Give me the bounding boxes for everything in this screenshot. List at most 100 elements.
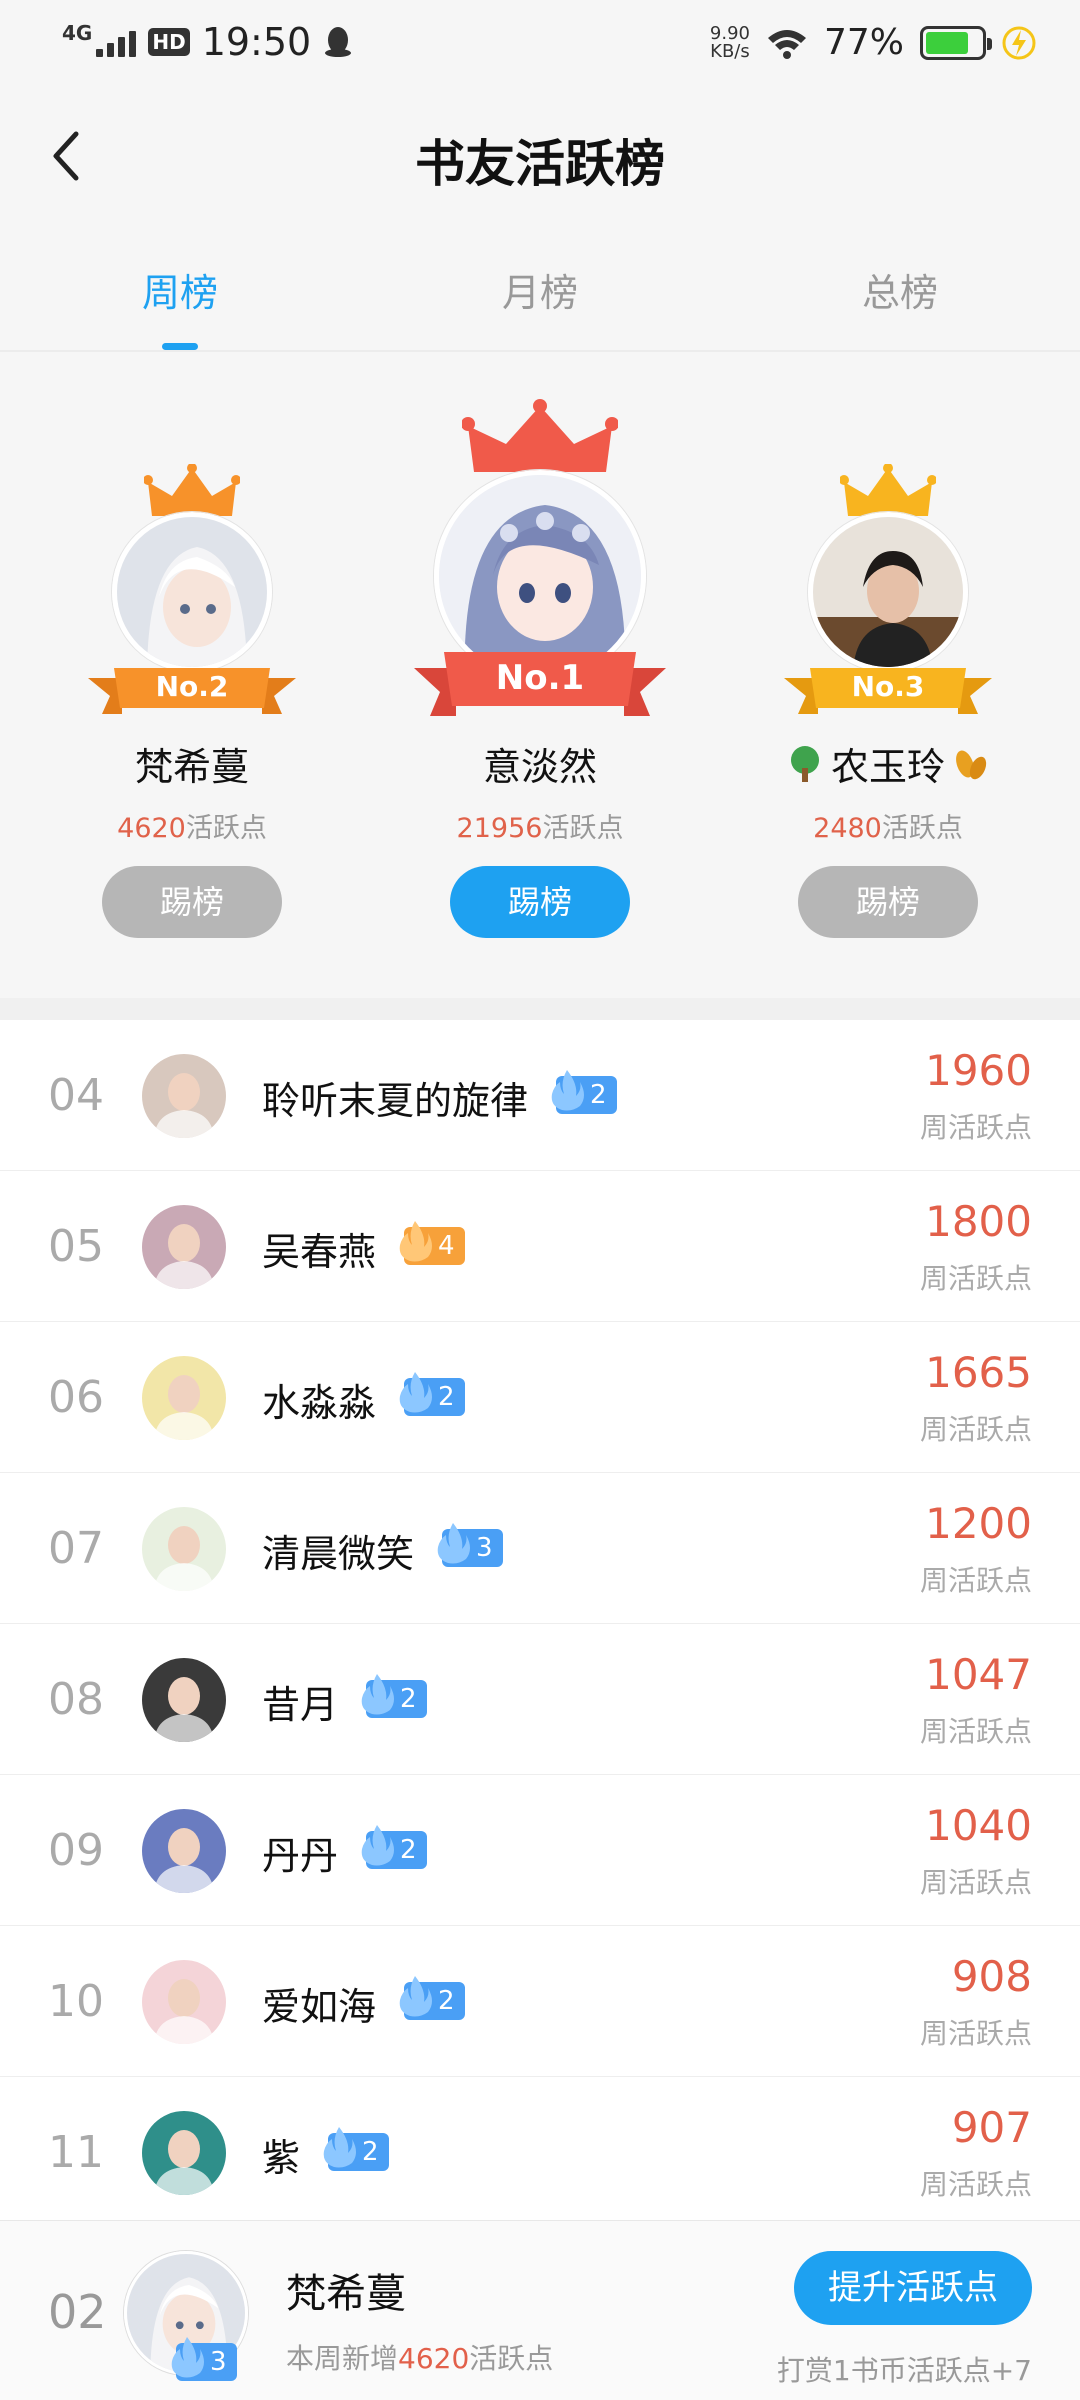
- list-item[interactable]: 10 爱如海 2 908 周活跃点: [0, 1926, 1080, 2077]
- user-name: 爱如海: [262, 1985, 377, 2029]
- network-type: 4G: [62, 21, 93, 45]
- podium-name: 农玉玲: [830, 745, 945, 789]
- hd-icon: HD: [148, 28, 190, 56]
- flame-icon: [361, 1674, 394, 1715]
- battery-percent: 77%: [823, 22, 904, 63]
- podium-name: 梵希蔓: [134, 745, 249, 789]
- my-rank-bar: 02 3 梵希蔓 本周新增4620活跃点 提升活跃点 打赏1书币活跃点+7: [0, 2220, 1080, 2400]
- podium-points: 2480活跃点: [813, 813, 963, 844]
- tree-emoji-icon: [790, 745, 819, 782]
- weekly-score: 1665: [925, 1348, 1032, 1397]
- score-label: 周活跃点: [919, 2168, 1032, 2201]
- score-label: 周活跃点: [919, 1564, 1032, 1597]
- charging-icon: [1002, 26, 1036, 59]
- score-label: 周活跃点: [919, 2017, 1032, 2050]
- user-name: 吴春燕: [262, 1230, 377, 1274]
- level-badge: 4: [399, 1221, 465, 1265]
- score-label: 周活跃点: [919, 1866, 1032, 1899]
- rank-number: 06: [48, 1372, 104, 1423]
- list-item[interactable]: 11 紫 2 907 周活跃点: [0, 2077, 1080, 2228]
- weekly-score: 1800: [925, 1197, 1032, 1246]
- ranking-list: 04 聆听末夏的旋律 2 1960 周活跃点 05 吴春燕 4 1800 周活跃点 06 水淼淼 2 16…: [0, 1020, 1080, 2228]
- tab-total[interactable]: 总榜: [720, 226, 1080, 350]
- avatar[interactable]: [112, 512, 272, 672]
- weekly-score: 907: [951, 2103, 1032, 2152]
- section-divider: [0, 998, 1080, 1020]
- battery-icon: [920, 25, 992, 60]
- kick-button[interactable]: 踢榜: [798, 866, 978, 938]
- podium-name-row: 农玉玲: [708, 736, 1068, 791]
- rank-number: 10: [48, 1976, 104, 2027]
- list-item[interactable]: 06 水淼淼 2 1665 周活跃点: [0, 1322, 1080, 1473]
- rank-number: 09: [48, 1825, 104, 1876]
- period-tabs: 周榜 月榜 总榜: [0, 226, 1080, 352]
- podium-name: 意淡然: [482, 745, 597, 789]
- avatar[interactable]: [808, 512, 968, 672]
- podium-points: 4620活跃点: [117, 813, 267, 844]
- flame-icon: [399, 1976, 432, 2017]
- my-rank: 02: [48, 2285, 107, 2339]
- flame-icon: [361, 1825, 394, 1866]
- weekly-score: 1960: [925, 1046, 1032, 1095]
- level-badge: 2: [323, 2127, 389, 2171]
- my-name: 梵希蔓: [286, 2271, 406, 2317]
- rank-number: 05: [48, 1221, 104, 1272]
- list-item[interactable]: 08 昔月 2 1047 周活跃点: [0, 1624, 1080, 1775]
- avatar[interactable]: [142, 1356, 226, 1440]
- weekly-score: 1040: [925, 1801, 1032, 1850]
- user-name: 清晨微笑: [262, 1532, 415, 1576]
- score-label: 周活跃点: [919, 1111, 1032, 1144]
- avatar[interactable]: [142, 2111, 226, 2195]
- rank-label: No.1: [495, 658, 585, 698]
- level-badge: 2: [361, 1674, 427, 1718]
- level-badge: 2: [399, 1976, 465, 2020]
- user-name: 聆听末夏的旋律: [262, 1079, 529, 1123]
- rank-label: No.2: [155, 670, 229, 703]
- flame-icon: [171, 2337, 204, 2378]
- score-label: 周活跃点: [919, 1413, 1032, 1446]
- podium-points: 21956活跃点: [456, 813, 624, 844]
- page-title: 书友活跃榜: [415, 135, 665, 193]
- flame-icon: [323, 2127, 356, 2168]
- list-item[interactable]: 05 吴春燕 4 1800 周活跃点: [0, 1171, 1080, 1322]
- flame-icon: [399, 1372, 432, 1413]
- avatar[interactable]: [142, 1658, 226, 1742]
- avatar[interactable]: [142, 1960, 226, 2044]
- user-name: 水淼淼: [262, 1381, 377, 1425]
- network-speed: 9.90 KB/s: [709, 22, 750, 62]
- kick-button[interactable]: 踢榜: [450, 866, 630, 938]
- rank-number: 08: [48, 1674, 104, 1725]
- avatar[interactable]: [142, 1507, 226, 1591]
- rank-number: 04: [48, 1070, 104, 1121]
- level-badge: 2: [399, 1372, 465, 1416]
- avatar[interactable]: [142, 1054, 226, 1138]
- avatar[interactable]: [142, 1809, 226, 1893]
- clock: 19:50: [201, 20, 312, 64]
- flame-icon: [399, 1221, 432, 1262]
- score-label: 周活跃点: [919, 1715, 1032, 1748]
- rank-number: 11: [48, 2127, 104, 2178]
- tab-monthly[interactable]: 月榜: [360, 226, 720, 350]
- avatar[interactable]: [142, 1205, 226, 1289]
- flame-icon: [551, 1070, 584, 1111]
- rank-label: No.3: [851, 670, 925, 703]
- weekly-score: 908: [951, 1952, 1032, 2001]
- list-item[interactable]: 09 丹丹 2 1040 周活跃点: [0, 1775, 1080, 1926]
- list-item[interactable]: 04 聆听末夏的旋律 2 1960 周活跃点: [0, 1020, 1080, 1171]
- flame-icon: [437, 1523, 470, 1564]
- status-bar: 4G HD 19:50 9.90 KB/s 77%: [0, 0, 1080, 86]
- wifi-icon: [767, 29, 806, 59]
- signal-icon: [96, 27, 137, 57]
- tab-weekly[interactable]: 周榜: [0, 226, 360, 350]
- weekly-score: 1047: [925, 1650, 1032, 1699]
- kick-button[interactable]: 踢榜: [102, 866, 282, 938]
- score-label: 周活跃点: [919, 1262, 1032, 1295]
- level-badge: 3: [171, 2337, 237, 2381]
- level-badge: 2: [361, 1825, 427, 1869]
- boost-activity-button[interactable]: 提升活跃点: [794, 2251, 1032, 2325]
- my-weekly-gain: 本周新增4620活跃点: [286, 2342, 554, 2375]
- list-item[interactable]: 07 清晨微笑 3 1200 周活跃点: [0, 1473, 1080, 1624]
- nav-header: 书友活跃榜: [0, 86, 1080, 226]
- weekly-score: 1200: [925, 1499, 1032, 1548]
- rank-number: 07: [48, 1523, 104, 1574]
